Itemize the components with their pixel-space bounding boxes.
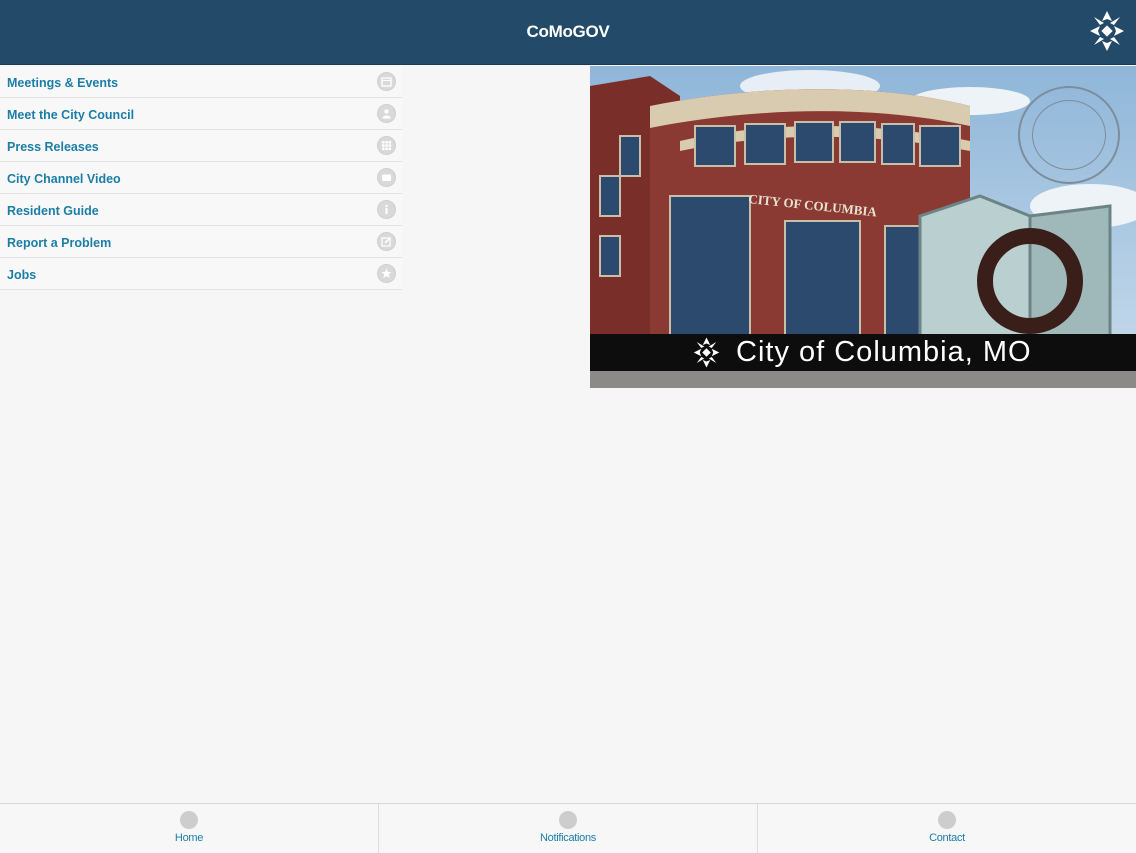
city-logo-icon[interactable] xyxy=(1088,9,1126,53)
person-icon xyxy=(377,104,396,123)
menu-item-city-council[interactable]: Meet the City Council xyxy=(0,98,402,130)
city-seal xyxy=(1018,86,1120,184)
calendar-icon xyxy=(377,72,396,91)
menu-item-label: Press Releases xyxy=(7,140,99,154)
menu-item-label: Report a Problem xyxy=(7,236,112,250)
menu-item-meetings-events[interactable]: Meetings & Events xyxy=(0,66,402,98)
menu-item-resident-guide[interactable]: Resident Guide xyxy=(0,194,402,226)
menu-item-label: Meetings & Events xyxy=(7,76,119,90)
tab-contact[interactable]: Contact xyxy=(757,804,1136,853)
mail-icon xyxy=(559,811,577,829)
menu-item-label: Meet the City Council xyxy=(7,108,135,122)
tab-home[interactable]: Home xyxy=(0,804,378,853)
menu-item-press-releases[interactable]: Press Releases xyxy=(0,130,402,162)
hero-banner: CITY OF COLUMBIA City of Columbia, MO xyxy=(590,66,1136,388)
tab-label: Home xyxy=(174,832,204,844)
menu-item-report-problem[interactable]: Report a Problem xyxy=(0,226,402,258)
menu-item-label: City Channel Video xyxy=(7,172,121,186)
main-menu: Meetings & Events Meet the City Council … xyxy=(0,66,402,290)
menu-item-label: Resident Guide xyxy=(7,204,99,218)
star-icon xyxy=(377,264,396,283)
chat-icon xyxy=(938,811,956,829)
info-icon xyxy=(377,200,396,219)
hero-caption-band: City of Columbia, MO xyxy=(590,334,1136,371)
grid-icon xyxy=(377,136,396,155)
app-title: CoMoGOV xyxy=(526,22,610,41)
bottom-tab-bar: Home Notifications Contact xyxy=(0,803,1136,853)
menu-item-label: Jobs xyxy=(7,268,37,282)
home-icon xyxy=(180,811,198,829)
city-logo-icon xyxy=(693,337,720,368)
tab-label: Notifications xyxy=(539,832,596,844)
tab-notifications[interactable]: Notifications xyxy=(378,804,757,853)
menu-item-jobs[interactable]: Jobs xyxy=(0,258,402,290)
tab-label: Contact xyxy=(929,832,965,844)
menu-item-city-channel-video[interactable]: City Channel Video xyxy=(0,162,402,194)
video-icon xyxy=(377,168,396,187)
edit-icon xyxy=(377,232,396,251)
app-header: CoMoGOV xyxy=(0,0,1136,65)
seal-emblem xyxy=(1032,100,1106,170)
hero-caption: City of Columbia, MO xyxy=(736,336,1032,368)
